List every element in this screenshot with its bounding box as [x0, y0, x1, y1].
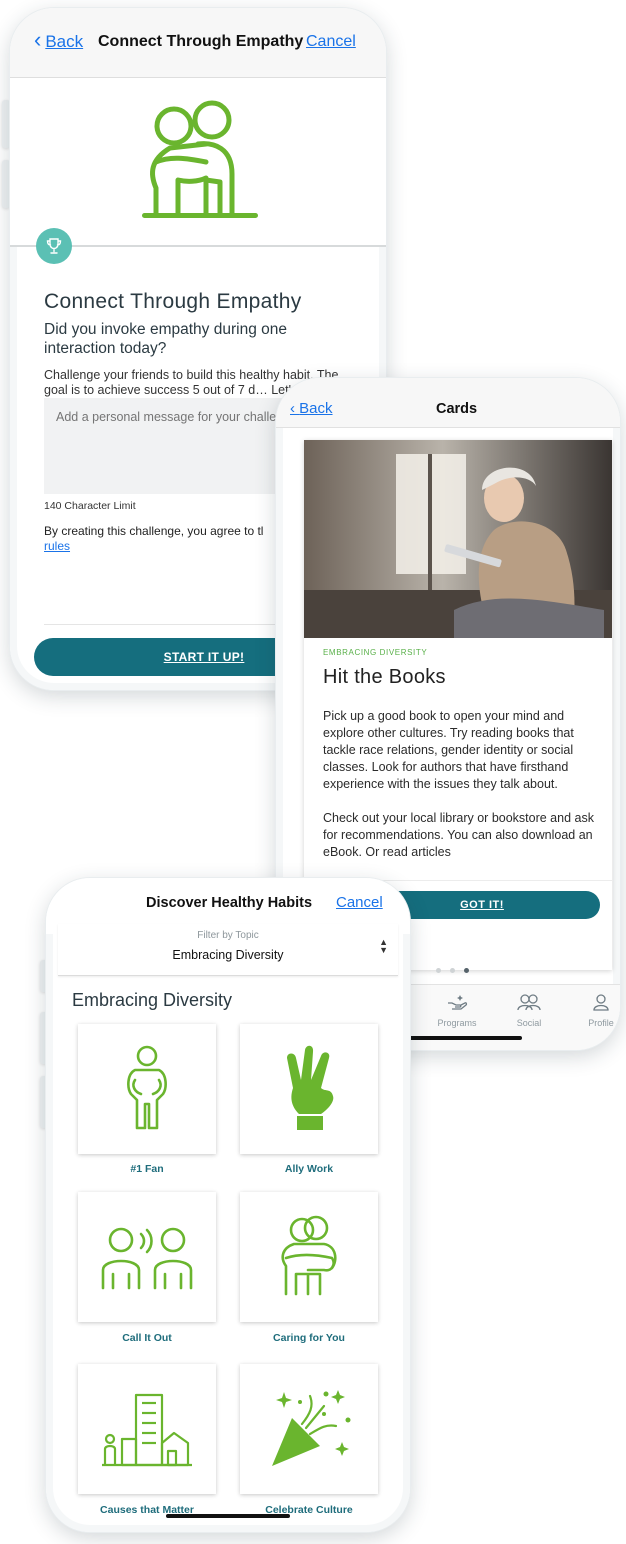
- tile-label: #1 Fan: [130, 1163, 164, 1175]
- card-paragraph: Check out your local library or bookstor…: [323, 811, 594, 859]
- habit-tile-1-fan[interactable]: [78, 1024, 216, 1154]
- woman-reading-photo: [304, 440, 612, 638]
- discover-phone: Discover Healthy Habits Cancel Filter by…: [46, 878, 410, 1532]
- back-button[interactable]: ‹ Back: [290, 400, 333, 417]
- trophy-icon: [46, 238, 62, 254]
- habit-tile-ally-work[interactable]: [240, 1024, 378, 1154]
- people-icon: [517, 994, 541, 1011]
- cancel-button[interactable]: Cancel: [336, 894, 383, 911]
- terms-label: By creating this challenge, you agree to…: [44, 524, 264, 538]
- tab-profile[interactable]: Profile: [566, 993, 620, 1028]
- filter-label: Filter by Topic: [197, 930, 259, 941]
- card-category: EMBRACING DIVERSITY: [323, 648, 428, 657]
- hug-icon: [281, 1215, 337, 1296]
- habit-tile-celebrate-culture[interactable]: [240, 1364, 378, 1494]
- hero-illustration: [10, 78, 386, 246]
- page-dot-active[interactable]: [464, 968, 469, 973]
- habit-tile-caring-for-you[interactable]: [240, 1192, 378, 1322]
- tile-label: Call It Out: [122, 1332, 172, 1344]
- nav-title: Connect Through Empathy: [98, 33, 304, 50]
- section-title: Embracing Diversity: [72, 990, 233, 1010]
- home-indicator: [394, 1036, 522, 1040]
- card-paragraph: Pick up a good book to open your mind an…: [323, 709, 574, 791]
- chevron-left-icon: ‹: [34, 27, 42, 52]
- page-dot[interactable]: [436, 968, 441, 973]
- challenge-question: Did you invoke empathy during one intera…: [44, 321, 287, 357]
- home-indicator: [166, 1514, 290, 1518]
- back-button[interactable]: ‹ Back: [34, 27, 83, 52]
- nav-bar: ‹ Back Cards: [276, 378, 620, 428]
- habit-tile-call-it-out[interactable]: [78, 1192, 216, 1322]
- character-limit-label: 140 Character Limit: [44, 500, 136, 512]
- nav-title: Discover Healthy Habits: [146, 895, 313, 911]
- person-icon: [593, 994, 609, 1011]
- filter-value: Embracing Diversity: [172, 948, 284, 962]
- foam-finger-person-icon: [127, 1045, 167, 1130]
- party-popper-icon: [272, 1390, 351, 1466]
- select-arrows-icon: ▲ ▼: [379, 937, 388, 955]
- page-dot[interactable]: [450, 968, 455, 973]
- city-building-icon: [102, 1393, 192, 1467]
- card-title: Hit the Books: [323, 666, 446, 688]
- hugging-people-icon: [142, 100, 258, 218]
- nav-title: Cards: [436, 401, 478, 417]
- speaking-people-icon: [101, 1227, 193, 1290]
- volume-down-button: [2, 160, 10, 208]
- tab-programs[interactable]: Programs: [422, 993, 492, 1028]
- card-body: Pick up a good book to open your mind an…: [323, 708, 597, 878]
- tab-label: Profile: [588, 1018, 614, 1028]
- topic-filter-select[interactable]: Filter by Topic Embracing Diversity ▲ ▼: [58, 924, 398, 976]
- rules-link[interactable]: rules: [44, 539, 70, 553]
- challenge-heading: Connect Through Empathy: [44, 290, 302, 313]
- volume-up-button: [2, 100, 10, 148]
- tab-label: Programs: [437, 1018, 477, 1028]
- hand-sparkle-icon: [448, 995, 468, 1010]
- tile-label: Caring for You: [273, 1332, 345, 1344]
- tab-social[interactable]: Social: [494, 993, 564, 1028]
- three-finger-hand-icon: [287, 1045, 334, 1130]
- cancel-button[interactable]: Cancel: [306, 33, 356, 51]
- habit-tile-causes-that-matter[interactable]: [78, 1364, 216, 1494]
- tab-label: Social: [516, 1018, 542, 1028]
- challenge-badge: [36, 228, 72, 264]
- nav-bar: ‹ Back Connect Through Empathy Cancel: [10, 8, 386, 78]
- page-indicator: [436, 968, 469, 973]
- chevron-left-icon: ‹: [290, 400, 300, 417]
- tile-label: Ally Work: [284, 1163, 334, 1175]
